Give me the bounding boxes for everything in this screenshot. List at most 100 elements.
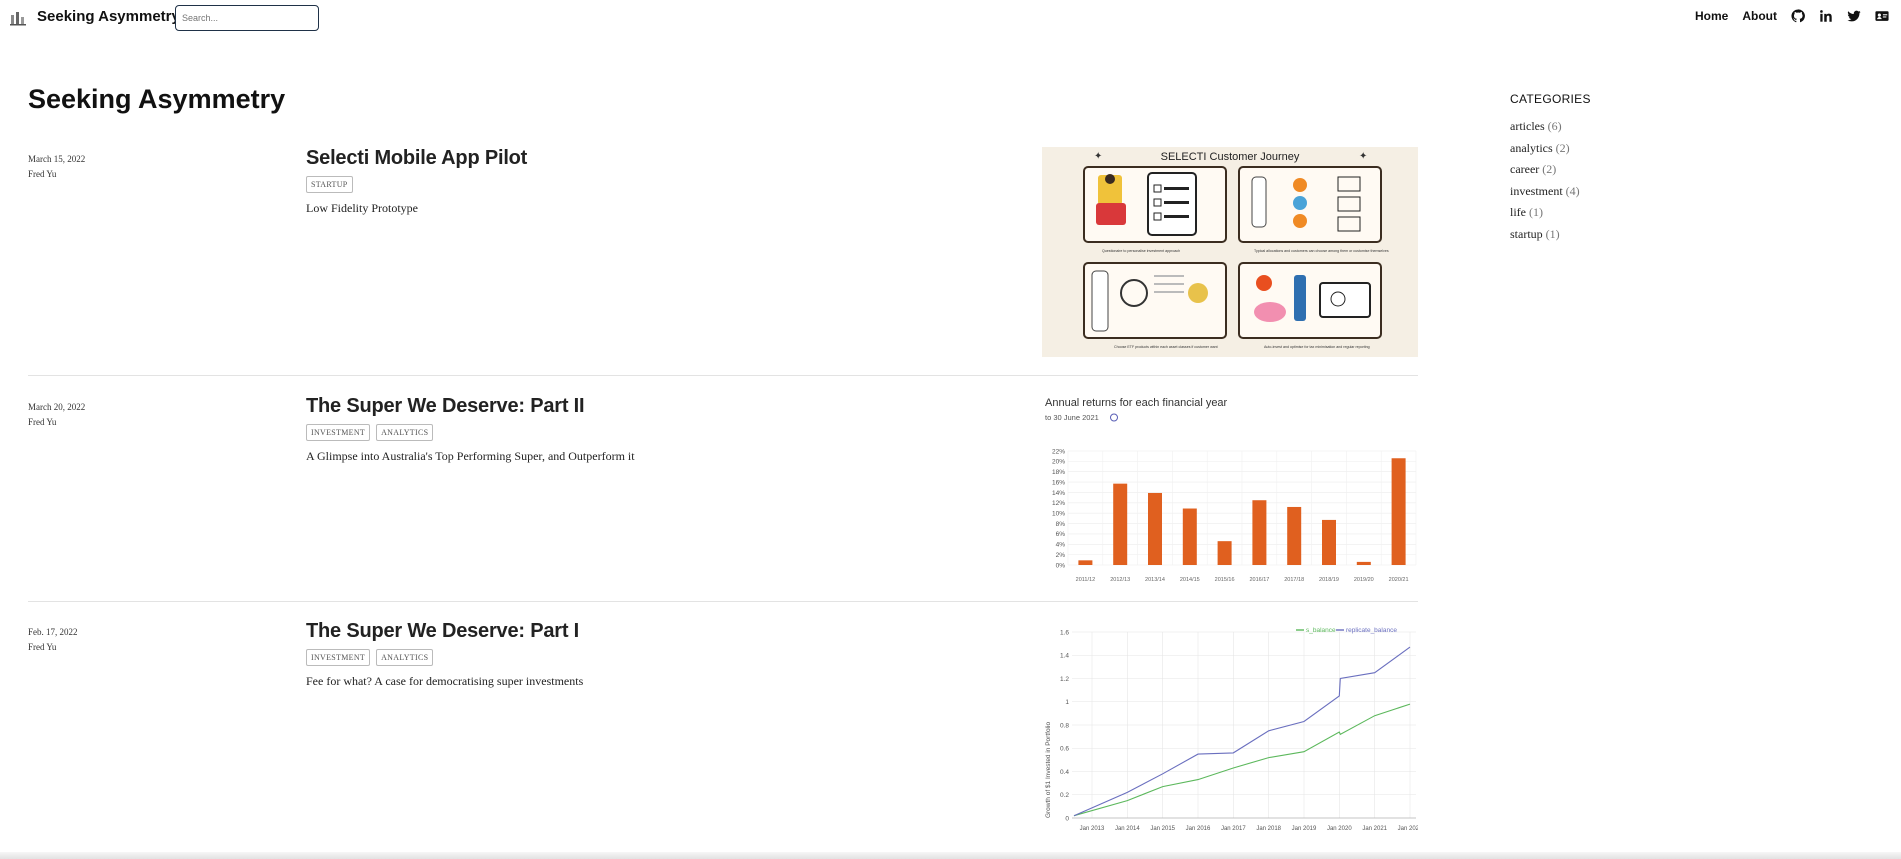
legend-entry: replicate_balance — [1346, 627, 1397, 634]
brand-link[interactable]: Seeking Asymmetry — [37, 8, 180, 25]
svg-text:Typical allocations and custom: Typical allocations and customers can ch… — [1254, 249, 1389, 253]
post-item: Feb. 17, 2022 Fred Yu The Super We Deser… — [28, 620, 1418, 852]
x-tick-label: Jan 2020 — [1327, 826, 1352, 832]
category-item[interactable]: startup (1) — [1510, 224, 1591, 246]
nav-home-link[interactable]: Home — [1695, 9, 1728, 23]
svg-text:✦: ✦ — [1094, 151, 1102, 162]
journey-heading: SELECTI Customer Journey — [1161, 151, 1300, 163]
category-item[interactable]: articles (6) — [1510, 116, 1591, 138]
legend-entry: s_balance — [1306, 627, 1336, 634]
category-link[interactable]: life — [1510, 205, 1526, 219]
post-title-link[interactable]: The Super We Deserve: Part II — [306, 395, 635, 418]
post-title-link[interactable]: The Super We Deserve: Part I — [306, 620, 583, 643]
categories-sidebar: CATEGORIES articles (6) analytics (2) ca… — [1510, 92, 1591, 245]
category-item[interactable]: analytics (2) — [1510, 138, 1591, 160]
post-item: March 15, 2022 Fred Yu Selecti Mobile Ap… — [28, 147, 1418, 357]
category-count: (1) — [1545, 226, 1560, 241]
post-thumbnail-customer-journey[interactable]: SELECTI Customer Journey ✦ ✦ Questionair… — [1042, 147, 1418, 357]
category-link[interactable]: career — [1510, 162, 1539, 176]
x-tick-label: 2017/18 — [1284, 577, 1304, 583]
post-body: The Super We Deserve: Part I INVESTMENT … — [306, 620, 583, 689]
category-item[interactable]: investment (4) — [1510, 181, 1591, 203]
post-author: Fred Yu — [28, 169, 57, 179]
category-count: (2) — [1542, 162, 1557, 176]
tag-badge[interactable]: STARTUP — [306, 176, 353, 193]
post-thumbnail-annual-returns-chart[interactable]: Annual returns for each financial year t… — [1042, 395, 1418, 590]
y-tick-label: 16% — [1052, 479, 1065, 486]
x-tick-label: Jan 2013 — [1080, 826, 1105, 832]
bar — [1252, 500, 1267, 565]
tag-badge[interactable]: ANALYTICS — [376, 424, 434, 441]
y-tick-label: 20% — [1052, 459, 1065, 466]
y-tick-label: 6% — [1056, 531, 1066, 538]
post-title-link[interactable]: Selecti Mobile App Pilot — [306, 147, 527, 170]
github-icon[interactable] — [1791, 9, 1805, 23]
post-meta: March 15, 2022 Fred Yu — [28, 152, 85, 182]
category-link[interactable]: analytics — [1510, 141, 1553, 155]
post-subtitle: Fee for what? A case for democratising s… — [306, 674, 584, 688]
bar — [1078, 560, 1093, 565]
x-tick-label: Jan 2021 — [1362, 826, 1387, 832]
y-tick-label: 1 — [1065, 699, 1069, 706]
bottom-edge — [0, 852, 1901, 859]
post-meta: March 20, 2022 Fred Yu — [28, 400, 85, 430]
tag-badge[interactable]: INVESTMENT — [306, 649, 371, 666]
x-tick-label: Jan 2022 — [1398, 826, 1418, 832]
site-logo-icon[interactable] — [10, 10, 26, 26]
y-tick-label: 0.4 — [1060, 769, 1069, 776]
category-count: (2) — [1555, 140, 1570, 155]
y-tick-label: 18% — [1052, 469, 1065, 476]
x-tick-label: Jan 2014 — [1115, 826, 1140, 832]
post-body: Selecti Mobile App Pilot STARTUP Low Fid… — [306, 147, 527, 216]
svg-text:Questionaire to personalise in: Questionaire to personalise investment a… — [1102, 249, 1180, 253]
svg-text:✦: ✦ — [1359, 151, 1367, 162]
y-tick-label: 4% — [1056, 542, 1066, 549]
bar — [1322, 519, 1336, 565]
x-tick-label: 2014/15 — [1180, 577, 1200, 583]
post-date: March 15, 2022 — [28, 154, 86, 164]
post-author: Fred Yu — [28, 642, 57, 652]
y-tick-label: 2% — [1056, 552, 1066, 559]
bar — [1356, 561, 1371, 565]
x-tick-label: 2020/21 — [1389, 577, 1409, 583]
tag-badge[interactable]: INVESTMENT — [306, 424, 371, 441]
twitter-icon[interactable] — [1847, 9, 1861, 23]
y-tick-label: 14% — [1052, 490, 1065, 497]
y-tick-label: 0.6 — [1060, 746, 1069, 753]
category-link[interactable]: startup — [1510, 227, 1543, 241]
post-subtitle: Low Fidelity Prototype — [306, 201, 418, 215]
category-item[interactable]: career (2) — [1510, 159, 1591, 181]
x-tick-label: 2018/19 — [1319, 577, 1339, 583]
post-tags: STARTUP — [306, 176, 527, 193]
contact-card-icon[interactable] — [1875, 9, 1889, 23]
category-count: (6) — [1547, 119, 1562, 133]
x-tick-label: 2016/17 — [1249, 577, 1269, 583]
post-tags: INVESTMENT ANALYTICS — [306, 424, 635, 441]
post-thumbnail-growth-line-chart[interactable]: 1.6 1.4 1.2 1 0.8 0.6 0.4 0.2 0 Jan 2013 Jan 2014 J… — [1042, 622, 1418, 852]
linkedin-icon[interactable] — [1819, 9, 1833, 23]
nav-about-link[interactable]: About — [1742, 9, 1777, 23]
nav-links: Home About — [1695, 9, 1889, 23]
x-tick-label: 2011/12 — [1076, 577, 1095, 583]
category-count: (1) — [1529, 205, 1543, 219]
y-tick-label: 12% — [1052, 500, 1065, 507]
bar — [1182, 508, 1197, 565]
post-tags: INVESTMENT ANALYTICS — [306, 649, 583, 666]
search-input[interactable] — [175, 5, 319, 31]
x-tick-label: Jan 2015 — [1150, 826, 1175, 832]
category-link[interactable]: investment — [1510, 184, 1563, 198]
category-item[interactable]: life (1) — [1510, 202, 1591, 224]
category-count: (4) — [1565, 183, 1580, 198]
y-tick-label: 1.6 — [1060, 629, 1069, 636]
tag-badge[interactable]: ANALYTICS — [376, 649, 434, 666]
x-tick-label: Jan 2018 — [1256, 826, 1281, 832]
y-axis-label: Growth of $1 Invested in Portfolio — [1045, 722, 1052, 818]
chart-legend: s_balance replicate_balance — [1296, 627, 1397, 634]
y-tick-label: 10% — [1052, 510, 1065, 517]
bar — [1148, 492, 1162, 565]
post-meta: Feb. 17, 2022 Fred Yu — [28, 625, 78, 655]
category-link[interactable]: articles — [1510, 119, 1545, 133]
y-tick-label: 8% — [1056, 521, 1066, 528]
x-tick-label: 2012/13 — [1110, 577, 1130, 583]
post-subtitle: A Glimpse into Australia's Top Performin… — [306, 449, 635, 463]
